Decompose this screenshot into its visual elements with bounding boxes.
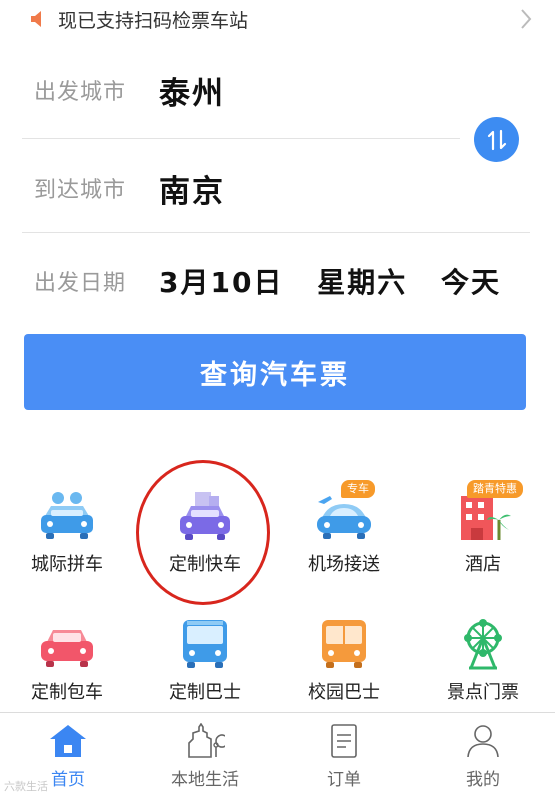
- chevron-right-icon: [521, 9, 532, 29]
- local-life-icon: [188, 723, 225, 758]
- service-label: 酒店: [465, 554, 501, 575]
- app-screen: 现已支持扫码检票车站 出发城市 泰州 到达城市 南京 出发日期 3月10日 星期…: [0, 0, 555, 799]
- service-label: 城际拼车: [31, 554, 103, 575]
- service-attraction-tickets[interactable]: 景点门票: [423, 618, 543, 704]
- date-text: 3月10日: [159, 266, 284, 299]
- tab-profile[interactable]: 我的: [433, 723, 533, 790]
- service-airport-transfer[interactable]: 专车 机场接送: [284, 480, 404, 576]
- service-carpool[interactable]: 城际拼车: [7, 490, 127, 576]
- search-bus-tickets-button[interactable]: 查询汽车票: [24, 334, 526, 410]
- swap-arrows-icon: [487, 129, 506, 150]
- home-icon: [50, 725, 86, 757]
- departure-city-label: 出发城市: [34, 80, 127, 105]
- tab-label: 本地生活: [171, 770, 239, 790]
- service-label: 校园巴士: [308, 682, 380, 703]
- service-label: 机场接送: [308, 554, 380, 575]
- divider: [22, 232, 530, 233]
- carpool-icon: [41, 492, 93, 539]
- watermark: 六款生活: [4, 780, 48, 793]
- ferris-wheel-icon: [464, 619, 502, 670]
- departure-city-row[interactable]: 出发城市 泰州: [34, 68, 225, 112]
- departure-date-label: 出发日期: [34, 271, 127, 296]
- charter-car-icon: [41, 630, 93, 667]
- weekday-text: 星期六: [317, 266, 408, 299]
- speaker-icon: [31, 11, 41, 27]
- campus-bus-icon: [322, 620, 366, 668]
- profile-icon: [467, 725, 499, 758]
- service-custom-bus[interactable]: 定制巴士: [145, 618, 265, 704]
- service-charter-car[interactable]: 定制包车: [7, 618, 127, 704]
- arrival-city-value[interactable]: 南京: [159, 166, 225, 211]
- divider: [22, 138, 460, 139]
- arrival-city-row[interactable]: 到达城市 南京: [34, 166, 225, 210]
- custom-bus-icon: [183, 620, 227, 668]
- departure-date-value[interactable]: 3月10日 星期六 今天: [159, 261, 523, 301]
- notice-bar[interactable]: 现已支持扫码检票车站: [0, 0, 555, 38]
- notice-text: 现已支持扫码检票车站: [58, 9, 249, 32]
- departure-city-value[interactable]: 泰州: [159, 68, 225, 113]
- bottom-tab-bar: 首页 本地生活 订单 我的: [0, 712, 555, 799]
- tab-label: 我的: [466, 770, 500, 790]
- orders-icon: [331, 724, 357, 758]
- service-label: 定制巴士: [169, 682, 241, 703]
- arrival-city-label: 到达城市: [34, 178, 127, 203]
- highlight-annotation-circle: [136, 460, 270, 605]
- tab-local-life[interactable]: 本地生活: [155, 723, 255, 790]
- tab-label: 订单: [327, 770, 361, 790]
- service-label: 定制包车: [31, 682, 103, 703]
- tab-orders[interactable]: 订单: [294, 723, 394, 790]
- relative-day-text: 今天: [440, 266, 501, 299]
- service-hotel[interactable]: 踏青特惠 酒店: [423, 480, 543, 576]
- service-campus-bus[interactable]: 校园巴士: [284, 618, 404, 704]
- badge: 专车: [341, 480, 375, 498]
- departure-date-row[interactable]: 出发日期 3月10日 星期六 今天: [34, 259, 523, 303]
- service-label: 景点门票: [447, 682, 519, 703]
- badge: 踏青特惠: [467, 480, 523, 498]
- swap-cities-button[interactable]: [474, 117, 519, 162]
